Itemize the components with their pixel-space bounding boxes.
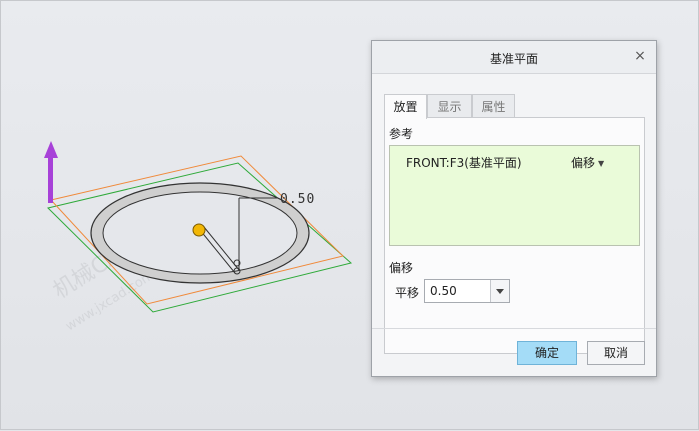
translate-value-input[interactable] xyxy=(425,280,491,302)
tab-placement[interactable]: 放置 xyxy=(384,94,427,119)
placement-panel: 参考 FRONT:F3(基准平面) 偏移 ▼ 偏移 平移 xyxy=(384,117,645,354)
chevron-down-icon[interactable] xyxy=(490,280,509,302)
translate-label: 平移 xyxy=(395,286,420,300)
constraint-type-dropdown[interactable]: 偏移 ▼ xyxy=(571,154,604,171)
dimension-value: 0.50 xyxy=(280,192,315,207)
footer-divider xyxy=(372,328,656,329)
translate-value-combo[interactable] xyxy=(424,279,510,303)
tab-display[interactable]: 显示 xyxy=(427,94,472,118)
references-collector[interactable]: FRONT:F3(基准平面) 偏移 ▼ xyxy=(389,145,640,246)
reference-name[interactable]: FRONT:F3(基准平面) xyxy=(406,154,522,171)
tab-properties[interactable]: 属性 xyxy=(472,94,515,118)
close-icon[interactable]: × xyxy=(632,48,648,64)
offset-label: 偏移 xyxy=(389,261,414,275)
cancel-button[interactable]: 取消 xyxy=(587,341,645,365)
datum-plane-dialog: 基准平面 × 放置 显示 属性 参考 FRONT:F3(基准平面) 偏移 ▼ 偏移… xyxy=(371,40,657,377)
dialog-titlebar[interactable]: 基准平面 × xyxy=(372,41,656,74)
ok-button[interactable]: 确定 xyxy=(517,341,577,365)
constraint-type-label: 偏移 xyxy=(571,156,596,170)
drag-handle[interactable] xyxy=(192,223,206,237)
caret-down-icon: ▼ xyxy=(598,159,605,168)
direction-arrow[interactable] xyxy=(44,141,58,203)
dialog-title: 基准平面 xyxy=(489,52,538,66)
references-label: 参考 xyxy=(389,127,414,141)
